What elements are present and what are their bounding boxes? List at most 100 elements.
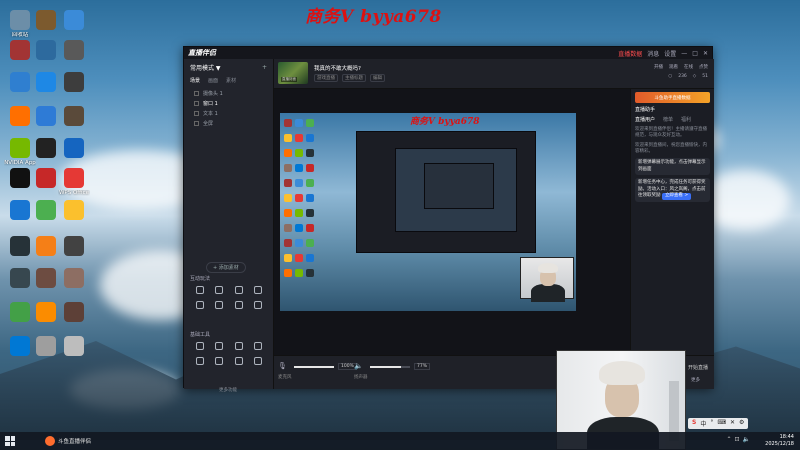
view-now-button[interactable]: 立即查看 >: [661, 193, 692, 200]
minimize-button[interactable]: —: [681, 50, 687, 57]
captured-desktop: 商务V byya678: [280, 113, 576, 311]
scene-item[interactable]: 全屏: [184, 118, 273, 128]
app-icon: [10, 302, 30, 322]
desktop-icon[interactable]: [58, 236, 90, 258]
nested-preview-1: [356, 131, 536, 253]
desktop-icon[interactable]: [58, 200, 90, 222]
ime-mode[interactable]: 中: [700, 419, 706, 428]
tab-welfare[interactable]: 福利: [681, 116, 691, 123]
tool-button[interactable]: [229, 286, 249, 295]
live-companion-window[interactable]: 直播伴侣 直播数据 消息 设置 — □ ✕ 常用模式 ▼ + 场景 画面 素材 …: [183, 46, 714, 393]
checkbox-icon[interactable]: [194, 110, 199, 116]
room-action[interactable]: 点赞: [699, 64, 708, 70]
tool-button[interactable]: [210, 301, 230, 310]
maximize-button[interactable]: □: [692, 50, 698, 57]
desktop-icon[interactable]: [58, 72, 90, 94]
mini-desktop-icon: [284, 254, 292, 262]
tab-rank[interactable]: 榜单: [663, 116, 673, 123]
desktop-icon[interactable]: [58, 40, 90, 62]
tool-button[interactable]: [229, 357, 249, 366]
scene-item[interactable]: 摄像头 1: [184, 88, 273, 98]
tab-scene[interactable]: 场景: [190, 77, 200, 84]
tool-button[interactable]: [190, 286, 210, 295]
keyboard-icon[interactable]: ⌨: [717, 419, 726, 428]
chevron-up-icon[interactable]: ⌃: [726, 436, 731, 443]
desktop-icon[interactable]: [58, 138, 90, 160]
ime-close[interactable]: ✕: [730, 419, 735, 428]
start-menu-icon[interactable]: [5, 436, 15, 446]
messages-button[interactable]: 消息: [647, 49, 659, 58]
room-action[interactable]: 在线: [684, 64, 693, 70]
volume-icon[interactable]: 🔈: [743, 436, 750, 443]
room-tag[interactable]: 主播标题: [342, 74, 366, 82]
tool-button[interactable]: [249, 357, 269, 366]
start-live-button[interactable]: 开始直播: [688, 364, 708, 371]
scene-item[interactable]: 窗口 1: [184, 98, 273, 108]
desktop-icon[interactable]: [58, 268, 90, 290]
stat-icon: ◇: [692, 74, 697, 79]
room-tag[interactable]: 编辑: [370, 74, 385, 82]
add-source-button[interactable]: + 添加素材: [206, 262, 246, 273]
tab-live-users[interactable]: 直播用户: [635, 116, 655, 123]
room-tag[interactable]: 游戏直播: [314, 74, 338, 82]
room-title[interactable]: 我真的不敢大概吗?: [314, 64, 361, 72]
checkbox-icon[interactable]: [194, 100, 199, 106]
interact-tools-section: 互动玩法: [184, 275, 274, 310]
app-icon: [36, 200, 56, 220]
promo-banner[interactable]: 斗鱼助手直播数据: [635, 92, 710, 103]
tool-button[interactable]: [249, 301, 269, 310]
tool-button[interactable]: [210, 286, 230, 295]
desktop-icon[interactable]: [58, 10, 90, 32]
tool-button[interactable]: [249, 286, 269, 295]
live-data-button[interactable]: 直播数据: [618, 49, 642, 58]
room-info-bar: 直播封面 我真的不敢大概吗? 游戏直播 主播标题 编辑 开播 观看 在线 点赞 …: [274, 59, 714, 89]
scene-sidebar: 常用模式 ▼ + 场景 画面 素材 摄像头 1 窗口 1 文本 1 全屏 + 添…: [184, 59, 274, 393]
desktop-icon[interactable]: [58, 302, 90, 324]
notice-bubble: 新增任务中心，完成任务可获得奖励。活动入口：风之岚阁，点击前往领取奖励 立即查看…: [635, 178, 710, 202]
tool-button[interactable]: [249, 342, 269, 351]
mode-selector[interactable]: 常用模式 ▼ +: [184, 59, 273, 76]
tab-assets[interactable]: 素材: [226, 77, 236, 84]
mic-icon[interactable]: 🎙: [278, 362, 287, 370]
ime-settings-icon[interactable]: ⚙: [739, 419, 744, 428]
network-icon[interactable]: ⊡: [734, 436, 739, 443]
more-label[interactable]: 更多: [691, 377, 700, 383]
room-action[interactable]: 观看: [669, 64, 678, 70]
desktop-icon[interactable]: WPS Office: [58, 168, 90, 196]
speaker-volume-slider[interactable]: [370, 366, 410, 368]
add-scene-icon[interactable]: +: [262, 64, 267, 71]
close-button[interactable]: ✕: [703, 50, 708, 57]
scene-item[interactable]: 文本 1: [184, 108, 273, 118]
ime-punct[interactable]: °: [710, 419, 713, 428]
app-icon: [36, 168, 56, 188]
tool-button[interactable]: [210, 357, 230, 366]
tool-button[interactable]: [190, 342, 210, 351]
tool-button[interactable]: [229, 301, 249, 310]
mic-volume-slider[interactable]: [294, 366, 334, 368]
system-clock[interactable]: 18:44 2025/12/18: [765, 434, 794, 448]
tool-button[interactable]: [190, 357, 210, 366]
tool-button[interactable]: [210, 342, 230, 351]
tool-icon: [234, 301, 243, 309]
sogou-icon[interactable]: S: [692, 419, 696, 428]
settings-button[interactable]: 设置: [664, 49, 676, 58]
notice-bubble: 新增弹幕展示功能，点击弹幕显示到画面: [635, 158, 710, 176]
app-icon: [36, 236, 56, 256]
taskbar-app-button[interactable]: 斗鱼直播伴侣: [45, 436, 91, 446]
tool-button[interactable]: [229, 342, 249, 351]
live-preview-canvas[interactable]: 商务V byya678: [274, 89, 630, 355]
tool-icon: [195, 342, 204, 350]
tool-icon: [234, 286, 243, 294]
tool-button[interactable]: [190, 301, 210, 310]
mini-desktop-icon: [306, 164, 314, 172]
more-functions-link[interactable]: 更多功能: [219, 387, 237, 393]
speaker-icon[interactable]: 🔈: [354, 362, 363, 370]
checkbox-icon[interactable]: [194, 90, 199, 96]
checkbox-icon[interactable]: [194, 120, 199, 126]
desktop-icon[interactable]: [58, 336, 90, 358]
basic-tools-section: 基础工具: [184, 331, 274, 366]
desktop-icon[interactable]: [58, 106, 90, 128]
room-action[interactable]: 开播: [654, 64, 663, 70]
tab-canvas[interactable]: 画面: [208, 77, 218, 84]
tool-icon: [195, 301, 204, 309]
